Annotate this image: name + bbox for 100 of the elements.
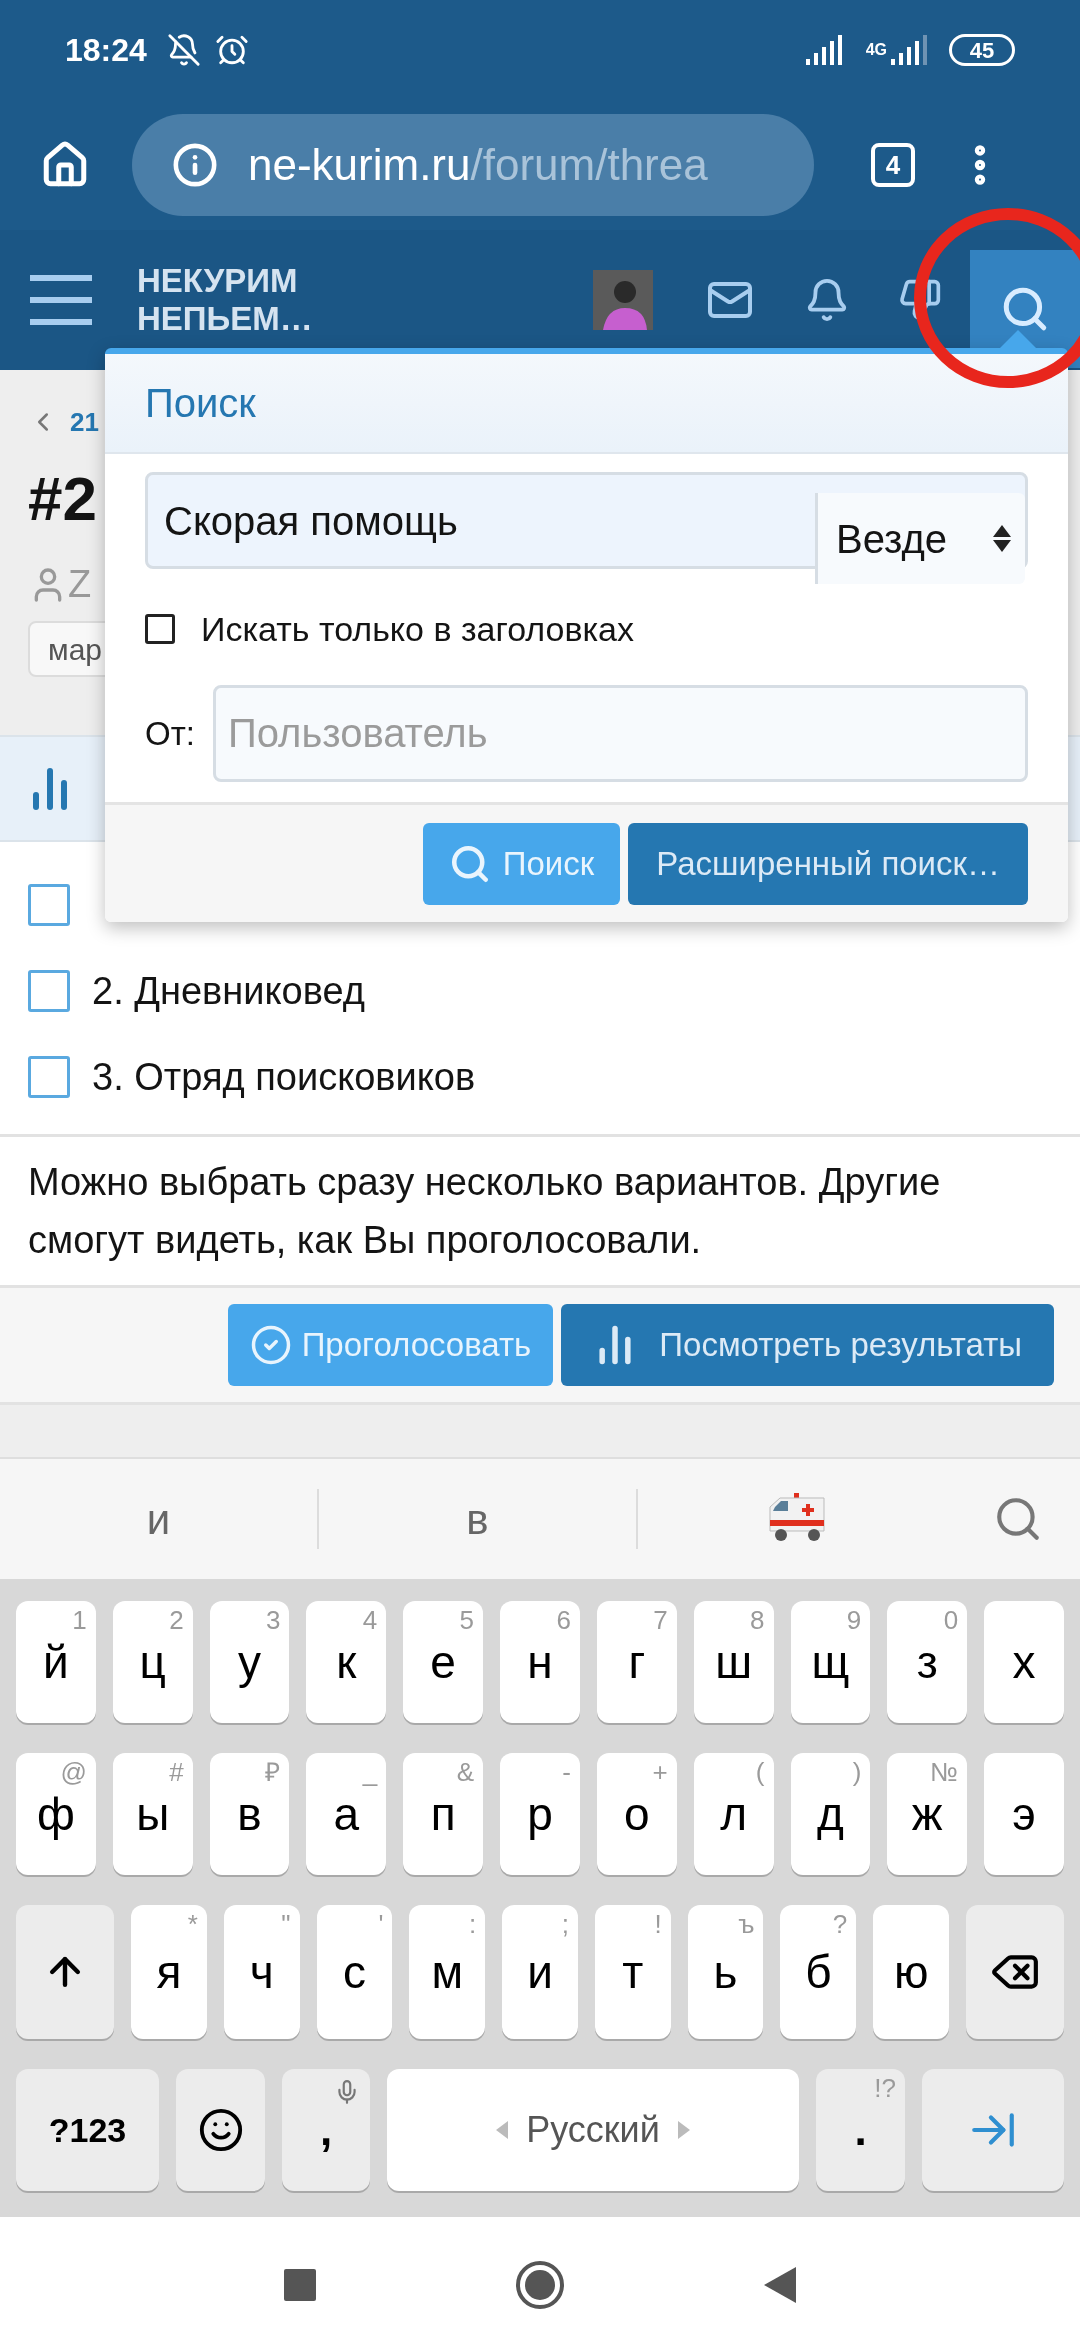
key[interactable]: 2 ц xyxy=(112,1601,193,1723)
key-hint: 9 xyxy=(846,1604,862,1637)
key[interactable]: 0 з xyxy=(887,1601,968,1723)
poll-note: Можно выбрать сразу несколько вариантов. Другие смогут видеть, как Вы проголосовали. xyxy=(28,1160,942,1263)
key[interactable]: 8 ш xyxy=(693,1601,774,1723)
key[interactable]: " ч xyxy=(223,1905,300,2039)
key-hint: 4 xyxy=(362,1604,378,1637)
tab-count-button[interactable]: 4 xyxy=(871,143,915,187)
key-hint: ( xyxy=(755,1756,765,1789)
key-hint: ! xyxy=(654,1908,662,1941)
results-button[interactable]: Посмотреть результаты xyxy=(561,1304,1054,1386)
key[interactable]: ! т xyxy=(594,1905,671,2039)
key[interactable]: э xyxy=(984,1753,1064,1875)
key-hint: _ xyxy=(362,1756,378,1789)
battery-indicator: 45 xyxy=(949,34,1015,66)
site-logo-text[interactable]: НЕПЬЕМ… xyxy=(137,300,313,338)
key[interactable]: : м xyxy=(409,1905,486,2039)
key-hint: # xyxy=(169,1756,184,1789)
from-label: От: xyxy=(145,713,195,754)
scope-select[interactable]: Везде xyxy=(815,493,1025,584)
thumbs-up-icon[interactable] xyxy=(898,278,942,322)
key[interactable]: & п xyxy=(403,1753,484,1875)
key[interactable]: - р xyxy=(500,1753,580,1875)
breadcrumb-link[interactable]: 21 xyxy=(70,402,99,442)
key[interactable]: _ а xyxy=(306,1753,387,1875)
key-hint: ? xyxy=(832,1908,848,1941)
check-circle-icon xyxy=(249,1324,292,1366)
emoji-key[interactable] xyxy=(176,2069,265,2191)
poll-option[interactable]: 3. Отряд поисковиков xyxy=(92,1048,476,1106)
back-button[interactable] xyxy=(764,2266,796,2303)
key-hint: 6 xyxy=(556,1604,571,1637)
key-hint: ; xyxy=(561,1908,569,1941)
symbols-key[interactable]: ?123 xyxy=(16,2069,159,2191)
key[interactable]: 5 е xyxy=(403,1601,484,1723)
shift-key[interactable] xyxy=(16,1905,114,2039)
signal-icon xyxy=(803,35,844,65)
popup-title: Поиск xyxy=(145,380,256,427)
suggestion[interactable]: и xyxy=(146,1487,171,1551)
key[interactable]: ъ ь xyxy=(687,1905,764,2039)
alarm-icon xyxy=(214,33,249,67)
recents-button[interactable] xyxy=(284,2268,316,2301)
key[interactable]: ) д xyxy=(790,1753,871,1875)
key[interactable]: # ы xyxy=(112,1753,193,1875)
key[interactable]: ? б xyxy=(780,1905,857,2039)
suggestion[interactable]: в xyxy=(466,1487,489,1551)
right-arrow-icon xyxy=(677,2121,690,2139)
checkbox[interactable] xyxy=(28,1056,70,1098)
key[interactable]: @ ф xyxy=(16,1753,96,1875)
key[interactable]: 3 у xyxy=(209,1601,290,1723)
menu-icon[interactable] xyxy=(30,275,92,325)
key[interactable]: 9 щ xyxy=(790,1601,871,1723)
key-hint: + xyxy=(652,1756,668,1789)
checkbox-label[interactable]: Искать только в заголовках xyxy=(201,603,635,655)
checkbox[interactable] xyxy=(28,884,70,926)
site-logo-text[interactable]: НЕКУРИМ xyxy=(137,262,313,300)
key[interactable]: 7 г xyxy=(596,1601,677,1723)
key-hint: : xyxy=(468,1908,477,1941)
enter-key[interactable] xyxy=(922,2069,1064,2191)
key-hint: № xyxy=(930,1756,959,1789)
address-bar[interactable]: ne-kurim.ru/forum/threa xyxy=(132,114,814,216)
key-hint: 0 xyxy=(943,1604,959,1637)
key[interactable]: ₽ в xyxy=(209,1753,290,1875)
comma-key[interactable]: , xyxy=(282,2069,370,2191)
key[interactable]: № ж xyxy=(887,1753,968,1875)
network-type: 4G xyxy=(865,42,887,58)
silent-icon xyxy=(166,33,201,67)
poll-option[interactable]: 2. Дневниковед xyxy=(92,962,365,1020)
key[interactable]: ю xyxy=(873,1905,950,2039)
key-hint: * xyxy=(187,1908,198,1941)
key-hint: 7 xyxy=(653,1604,668,1637)
key-hint: & xyxy=(456,1756,475,1789)
key[interactable]: ' с xyxy=(316,1905,393,2039)
key-hint: " xyxy=(281,1908,291,1941)
key[interactable]: 6 н xyxy=(500,1601,580,1723)
period-key[interactable]: !? . xyxy=(816,2069,905,2191)
key[interactable]: 4 к xyxy=(306,1601,387,1723)
advanced-search-button[interactable]: Расширенный поиск… xyxy=(628,822,1028,905)
checkbox[interactable] xyxy=(145,614,175,644)
key[interactable]: х xyxy=(984,1601,1064,1723)
user-field[interactable]: Пользователь xyxy=(212,685,1028,782)
space-key[interactable]: Русский xyxy=(387,2069,799,2191)
key-hint: 5 xyxy=(459,1604,475,1637)
key-hint: !? xyxy=(874,2072,896,2105)
key-hint: 2 xyxy=(169,1604,184,1637)
key-hint: - xyxy=(562,1756,571,1789)
key[interactable]: 1 й xyxy=(16,1601,96,1723)
home-button[interactable] xyxy=(516,2260,564,2309)
checkbox[interactable] xyxy=(28,970,70,1012)
key-hint: ₽ xyxy=(265,1756,281,1789)
avatar[interactable] xyxy=(593,270,653,330)
key[interactable]: * я xyxy=(131,1905,207,2039)
key-hint: ъ xyxy=(738,1908,755,1941)
key[interactable]: ; и xyxy=(502,1905,578,2039)
status-time: 18:24 xyxy=(65,31,147,70)
key[interactable]: ( л xyxy=(693,1753,774,1875)
key-hint: @ xyxy=(60,1756,87,1789)
info-icon xyxy=(172,142,218,188)
backspace-key[interactable] xyxy=(966,1905,1065,2039)
key-hint: 1 xyxy=(72,1604,87,1637)
key[interactable]: + о xyxy=(596,1753,677,1875)
